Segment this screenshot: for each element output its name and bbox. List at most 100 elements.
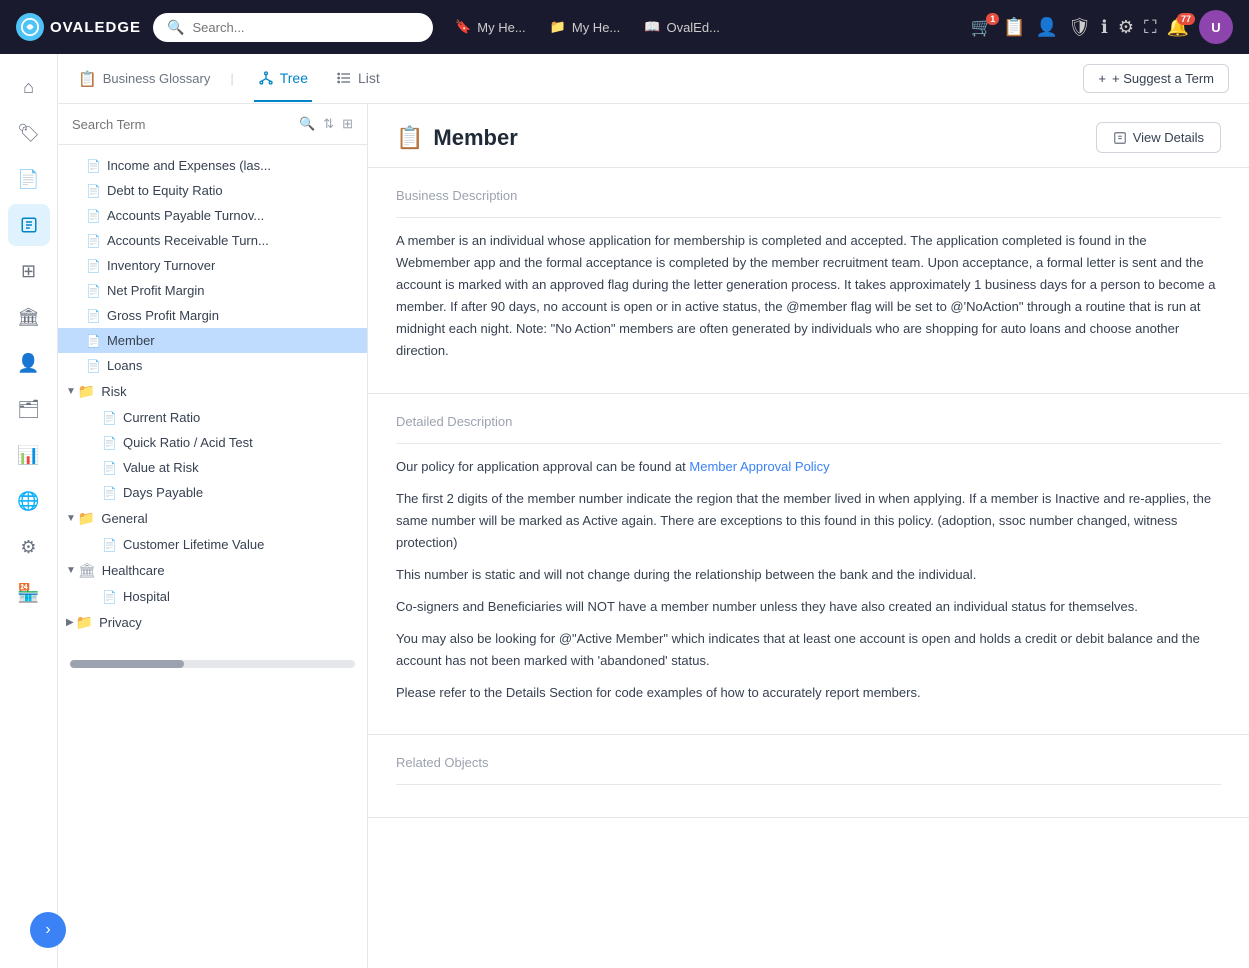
tree-node-accounts-receivable[interactable]: 📄 Accounts Receivable Turn... — [58, 228, 367, 253]
detail-title: 📋 Member — [396, 125, 518, 151]
shield-icon-btn[interactable]: 🛡 — [1068, 17, 1091, 38]
business-description-section: Business Description A member is an indi… — [368, 168, 1249, 394]
sidebar-item-building[interactable]: 🏛 — [8, 296, 50, 338]
tree-node-hospital-label: Hospital — [123, 589, 170, 604]
tree-node-accounts-payable[interactable]: 📄 Accounts Payable Turnov... — [58, 203, 367, 228]
tree-node-loans[interactable]: 📄 Loans — [58, 353, 367, 378]
breadcrumb-divider: | — [230, 71, 233, 86]
detailed-description-divider — [396, 443, 1221, 444]
tree-node-loans-label: Loans — [107, 358, 142, 373]
business-description-text: A member is an individual whose applicat… — [396, 230, 1221, 363]
view-details-button[interactable]: View Details — [1096, 122, 1221, 153]
tree-node-inventory[interactable]: 📄 Inventory Turnover — [58, 253, 367, 278]
tree-node-healthcare[interactable]: ▼ 🏛 Healthcare — [58, 557, 367, 584]
tree-node-debt-label: Debt to Equity Ratio — [107, 183, 223, 198]
tree-node-current-ratio[interactable]: 📄 Current Ratio — [58, 405, 367, 430]
sidebar-item-document[interactable]: 📄 — [8, 158, 50, 200]
sidebar-item-tag[interactable]: 🏷 — [8, 112, 50, 154]
suggest-term-button[interactable]: + + Suggest a Term — [1083, 64, 1229, 93]
tree-filter-icon[interactable]: ⊞ — [342, 116, 353, 132]
general-collapse-icon: ▼ — [66, 513, 76, 524]
doc-icon-var: 📄 — [102, 461, 117, 475]
expand-icon-btn[interactable]: ⛶ — [1144, 17, 1157, 38]
bell-icon-btn[interactable]: 🔔77 — [1167, 17, 1189, 38]
tree-node-general-label: General — [101, 511, 147, 526]
doc-icon-cr: 📄 — [102, 411, 117, 425]
tree-node-privacy-label: Privacy — [99, 615, 142, 630]
tree-search-icon[interactable]: 🔍 — [299, 116, 315, 132]
person-check-icon-btn[interactable]: 👤 — [1036, 17, 1058, 38]
document-icon-btn[interactable]: 📋 — [1003, 17, 1025, 38]
tree-node-net-profit[interactable]: 📄 Net Profit Margin — [58, 278, 367, 303]
related-objects-title: Related Objects — [396, 755, 1221, 770]
tree-node-quick-ratio[interactable]: 📄 Quick Ratio / Acid Test — [58, 430, 367, 455]
detail-header: 📋 Member View Details — [368, 104, 1249, 168]
tree-node-privacy[interactable]: ▶ 📁 Privacy — [58, 609, 367, 636]
nav-bookmark[interactable]: 🔖 My He... — [445, 15, 536, 39]
doc-icon-dp: 📄 — [102, 486, 117, 500]
related-objects-divider — [396, 784, 1221, 785]
detailed-description-para2: The first 2 digits of the member number … — [396, 488, 1221, 554]
detailed-description-para3: This number is static and will not chang… — [396, 564, 1221, 586]
para1-prefix: Our policy for application approval can … — [396, 459, 689, 474]
sidebar-item-glossary[interactable] — [8, 204, 50, 246]
sidebar-item-grid[interactable]: ⊞ — [8, 250, 50, 292]
tree-node-general[interactable]: ▼ 📁 General — [58, 505, 367, 532]
tree-node-customer-lifetime-label: Customer Lifetime Value — [123, 537, 264, 552]
detail-title-icon: 📋 — [396, 125, 423, 151]
nav-book[interactable]: 📖 OvalEd... — [634, 15, 730, 39]
tab-list[interactable]: List — [332, 56, 384, 102]
tree-node-hospital[interactable]: 📄 Hospital — [58, 584, 367, 609]
sidebar-item-globe[interactable]: 🌐 — [8, 480, 50, 522]
nav-folder[interactable]: 📁 My He... — [540, 15, 631, 39]
sidebar-item-person[interactable]: 👤 — [8, 342, 50, 384]
tree-node-customer-lifetime[interactable]: 📄 Customer Lifetime Value — [58, 532, 367, 557]
doc-icon-ap: 📄 — [86, 209, 101, 223]
tree-search-input[interactable] — [72, 117, 291, 132]
collapse-sidebar-button[interactable]: › — [30, 912, 66, 948]
doc-icon-np: 📄 — [86, 284, 101, 298]
folder-nav-icon: 📁 — [550, 19, 566, 35]
sidebar-item-home[interactable]: ⌂ — [8, 66, 50, 108]
app-name: OVALEDGE — [50, 19, 141, 36]
tree-node-income[interactable]: 📄 Income and Expenses (las... — [58, 153, 367, 178]
bell-badge: 77 — [1177, 13, 1195, 25]
doc-icon-loans: 📄 — [86, 359, 101, 373]
settings-icon-btn[interactable]: ⚙ — [1118, 17, 1134, 38]
tree-node-risk[interactable]: ▼ 📁 Risk — [58, 378, 367, 405]
cart-icon-btn[interactable]: 🛒1 — [971, 17, 993, 38]
app-logo[interactable]: OVALEDGE — [16, 13, 141, 41]
tree-node-current-ratio-label: Current Ratio — [123, 410, 200, 425]
user-avatar[interactable]: U — [1199, 10, 1233, 44]
sidebar-item-sliders[interactable]: ⚙ — [8, 526, 50, 568]
tree-tab-icon — [258, 70, 274, 86]
tree-node-net-profit-label: Net Profit Margin — [107, 283, 205, 298]
search-input[interactable] — [193, 20, 420, 35]
sidebar-item-store[interactable]: 🏪 — [8, 572, 50, 614]
tree-node-debt[interactable]: 📄 Debt to Equity Ratio — [58, 178, 367, 203]
main-container: 📋 Business Glossary | Tree List + + Sugg… — [58, 54, 1249, 968]
tree-scrollbar[interactable] — [70, 660, 355, 668]
breadcrumb: 📋 Business Glossary — [78, 70, 210, 88]
tree-sort-icon[interactable]: ⇅ — [323, 116, 334, 132]
tree-node-member[interactable]: 📄 Member — [58, 328, 367, 353]
detailed-description-para6: Please refer to the Details Section for … — [396, 682, 1221, 704]
sidebar-item-chart[interactable]: 📊 — [8, 434, 50, 476]
detailed-description-para1: Our policy for application approval can … — [396, 456, 1221, 478]
healthcare-building-icon: 🏛 — [78, 562, 96, 579]
tree-node-days-payable[interactable]: 📄 Days Payable — [58, 480, 367, 505]
global-search[interactable]: 🔍 — [153, 13, 433, 42]
tree-node-value-at-risk[interactable]: 📄 Value at Risk — [58, 455, 367, 480]
member-approval-policy-link[interactable]: Member Approval Policy — [689, 459, 829, 474]
doc-icon-hospital: 📄 — [102, 590, 117, 604]
info-icon-btn[interactable]: ℹ — [1101, 17, 1108, 38]
tree-node-gross-profit[interactable]: 📄 Gross Profit Margin — [58, 303, 367, 328]
view-details-icon — [1113, 131, 1127, 145]
tree-node-ar-label: Accounts Receivable Turn... — [107, 233, 269, 248]
doc-icon: 📄 — [86, 159, 101, 173]
tab-tree[interactable]: Tree — [254, 56, 312, 102]
privacy-folder-icon: 📁 — [76, 614, 93, 631]
related-objects-section: Related Objects — [368, 735, 1249, 818]
sidebar-item-folder[interactable]: 🗂 — [8, 388, 50, 430]
tree-node-value-at-risk-label: Value at Risk — [123, 460, 199, 475]
